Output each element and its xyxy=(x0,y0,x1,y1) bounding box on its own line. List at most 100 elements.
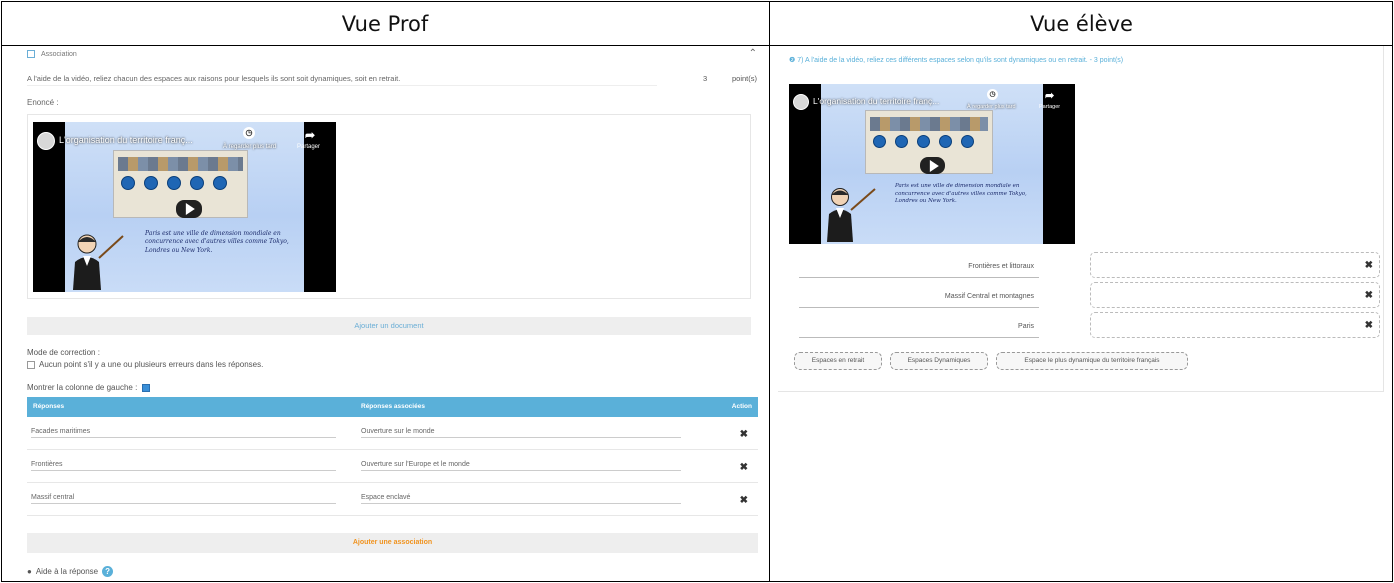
poster-circle-icon xyxy=(167,176,181,190)
poster-circle-icon xyxy=(190,176,204,190)
teacher-figure-icon xyxy=(73,234,124,290)
draggable-chip[interactable]: Espaces en retrait xyxy=(794,352,882,370)
video-title[interactable]: L'organisation du territoire franç... xyxy=(59,135,193,145)
play-button-icon[interactable] xyxy=(176,200,202,218)
associated-response-input[interactable]: Espace enclavé xyxy=(361,494,681,504)
question-title: ❷ 7) A l'aide de la vidéo, reliez ces di… xyxy=(789,57,1124,64)
poster-circle-icon xyxy=(144,176,158,190)
col-header-responses: Réponses xyxy=(33,403,65,410)
header-prof: Vue Prof xyxy=(341,12,429,36)
student-view: ❷ 7) A l'aide de la vidéo, reliez ces di… xyxy=(778,46,1384,392)
match-item-label: Frontières et littoraux xyxy=(968,263,1034,270)
video-player[interactable]: L'organisation du territoire franç... ◷ … xyxy=(789,84,1075,244)
add-document-button[interactable]: Ajouter un document xyxy=(27,317,751,335)
video-player[interactable]: L'organisation du territoire franç... ◷ … xyxy=(33,122,336,292)
table-header: Réponses Réponses associées Action xyxy=(27,397,758,417)
match-item-label: Paris xyxy=(1018,323,1034,330)
correction-mode-text: Aucun point s'il y a une ou plusieurs er… xyxy=(39,360,264,369)
column-divider xyxy=(769,2,770,581)
match-item: Paris xyxy=(799,316,1039,338)
poster-strip xyxy=(118,157,243,171)
poster-circle-icon xyxy=(939,135,952,148)
delete-row-icon[interactable]: ✖ xyxy=(740,462,748,473)
poster-circle-icon xyxy=(873,135,886,148)
poster-strip xyxy=(870,117,988,131)
match-row: Paris ✖ xyxy=(799,312,1380,342)
associated-response-input[interactable]: Ouverture sur le monde xyxy=(361,428,681,438)
clear-icon[interactable]: ✖ xyxy=(1365,290,1373,301)
help-icon[interactable]: ? xyxy=(102,566,114,577)
show-left-column-label: Montrer la colonne de gauche : xyxy=(27,383,138,392)
show-left-column-checkbox[interactable] xyxy=(142,383,151,392)
poster-circle-icon xyxy=(917,135,930,148)
caption-line: Londres ou New York. xyxy=(145,246,213,254)
poster-circle-icon xyxy=(895,135,908,148)
caption-line: concurrence avec d'autres villes comme T… xyxy=(145,238,289,246)
channel-avatar xyxy=(793,94,809,110)
col-header-action: Action xyxy=(731,403,752,410)
correction-mode-checkbox[interactable] xyxy=(27,360,35,369)
channel-avatar xyxy=(37,132,55,150)
share-icon[interactable]: ➦ xyxy=(305,128,315,142)
header-row: Vue Prof Vue élève xyxy=(2,2,1392,46)
response-input[interactable]: Massif central xyxy=(31,494,336,504)
table-row: Frontières Ouverture sur l'Europe et le … xyxy=(27,450,758,483)
share-label[interactable]: Partager xyxy=(297,144,320,150)
clock-icon[interactable]: ◷ xyxy=(987,89,998,100)
points-input[interactable]: 3 xyxy=(703,74,707,83)
enonce-editor[interactable]: L'organisation du territoire franç... ◷ … xyxy=(27,114,751,299)
clear-icon[interactable]: ✖ xyxy=(1365,320,1373,331)
video-title[interactable]: L'organisation du territoire franç... xyxy=(813,96,939,106)
response-input[interactable]: Frontières xyxy=(31,461,336,471)
show-left-column-option[interactable]: Montrer la colonne de gauche : xyxy=(27,383,151,392)
share-label[interactable]: Partager xyxy=(1039,104,1060,110)
answer-help-toggle[interactable]: ● Aide à la réponse ? xyxy=(27,566,114,577)
teacher-figure-icon xyxy=(827,188,876,242)
match-row: Frontières et littoraux ✖ xyxy=(799,252,1380,282)
association-icon xyxy=(27,50,35,58)
section-header[interactable]: Association xyxy=(27,50,77,58)
match-row: Massif Central et montagnes ✖ xyxy=(799,282,1380,312)
teacher-view: Association ⌃ A l'aide de la vidéo, reli… xyxy=(17,46,763,578)
answer-help-label: Aide à la réponse xyxy=(35,567,99,576)
header-eleve: Vue élève xyxy=(1030,12,1133,36)
drop-zone[interactable]: ✖ xyxy=(1090,252,1380,278)
points-label: point(s) xyxy=(732,74,758,83)
response-input[interactable]: Facades maritimes xyxy=(31,428,336,438)
match-item: Frontières et littoraux xyxy=(799,256,1039,278)
expand-icon: ● xyxy=(27,567,32,576)
poster-circle-icon xyxy=(121,176,135,190)
correction-mode-option[interactable]: Aucun point s'il y a une ou plusieurs er… xyxy=(27,360,263,369)
video-caption: Paris est une ville de dimension mondial… xyxy=(895,183,1027,206)
question-text-field[interactable]: A l'aide de la vidéo, reliez chacun des … xyxy=(27,74,657,86)
draggable-chip[interactable]: Espaces Dynamiques xyxy=(890,352,988,370)
match-item: Massif Central et montagnes xyxy=(799,286,1039,308)
section-title: Association xyxy=(41,50,77,58)
poster-circle-icon xyxy=(961,135,974,148)
add-association-button[interactable]: Ajouter une association xyxy=(27,533,758,553)
col-header-associated: Réponses associées xyxy=(361,403,425,410)
table-row: Facades maritimes Ouverture sur le monde… xyxy=(27,417,758,450)
table-row: Massif central Espace enclavé ✖ xyxy=(27,483,758,516)
clock-icon[interactable]: ◷ xyxy=(243,127,255,139)
caption-line: Londres ou New York. xyxy=(895,198,957,205)
clear-icon[interactable]: ✖ xyxy=(1365,260,1373,271)
poster-circle-icon xyxy=(213,176,227,190)
caption-line: concurrence avec d'autres villes comme T… xyxy=(895,190,1027,197)
enonce-label: Enoncé : xyxy=(27,98,59,107)
associated-response-input[interactable]: Ouverture sur l'Europe et le monde xyxy=(361,461,681,471)
caption-line: Paris est une ville de dimension mondial… xyxy=(895,183,1020,189)
drop-zone[interactable]: ✖ xyxy=(1090,312,1380,338)
collapse-caret-icon[interactable]: ⌃ xyxy=(749,48,757,59)
correction-mode-label: Mode de correction : xyxy=(27,348,100,357)
share-icon[interactable]: ➦ xyxy=(1045,89,1054,102)
delete-row-icon[interactable]: ✖ xyxy=(740,429,748,440)
draggable-chip[interactable]: Espace le plus dynamique du territoire f… xyxy=(996,352,1188,370)
caption-line: Paris est une ville de dimension mondial… xyxy=(145,230,281,237)
video-caption: Paris est une ville de dimension mondial… xyxy=(145,230,289,255)
association-table: Réponses Réponses associées Action Facad… xyxy=(27,397,758,516)
play-button-icon[interactable] xyxy=(920,157,945,174)
drop-zone[interactable]: ✖ xyxy=(1090,282,1380,308)
delete-row-icon[interactable]: ✖ xyxy=(740,495,748,506)
match-item-label: Massif Central et montagnes xyxy=(944,293,1034,300)
